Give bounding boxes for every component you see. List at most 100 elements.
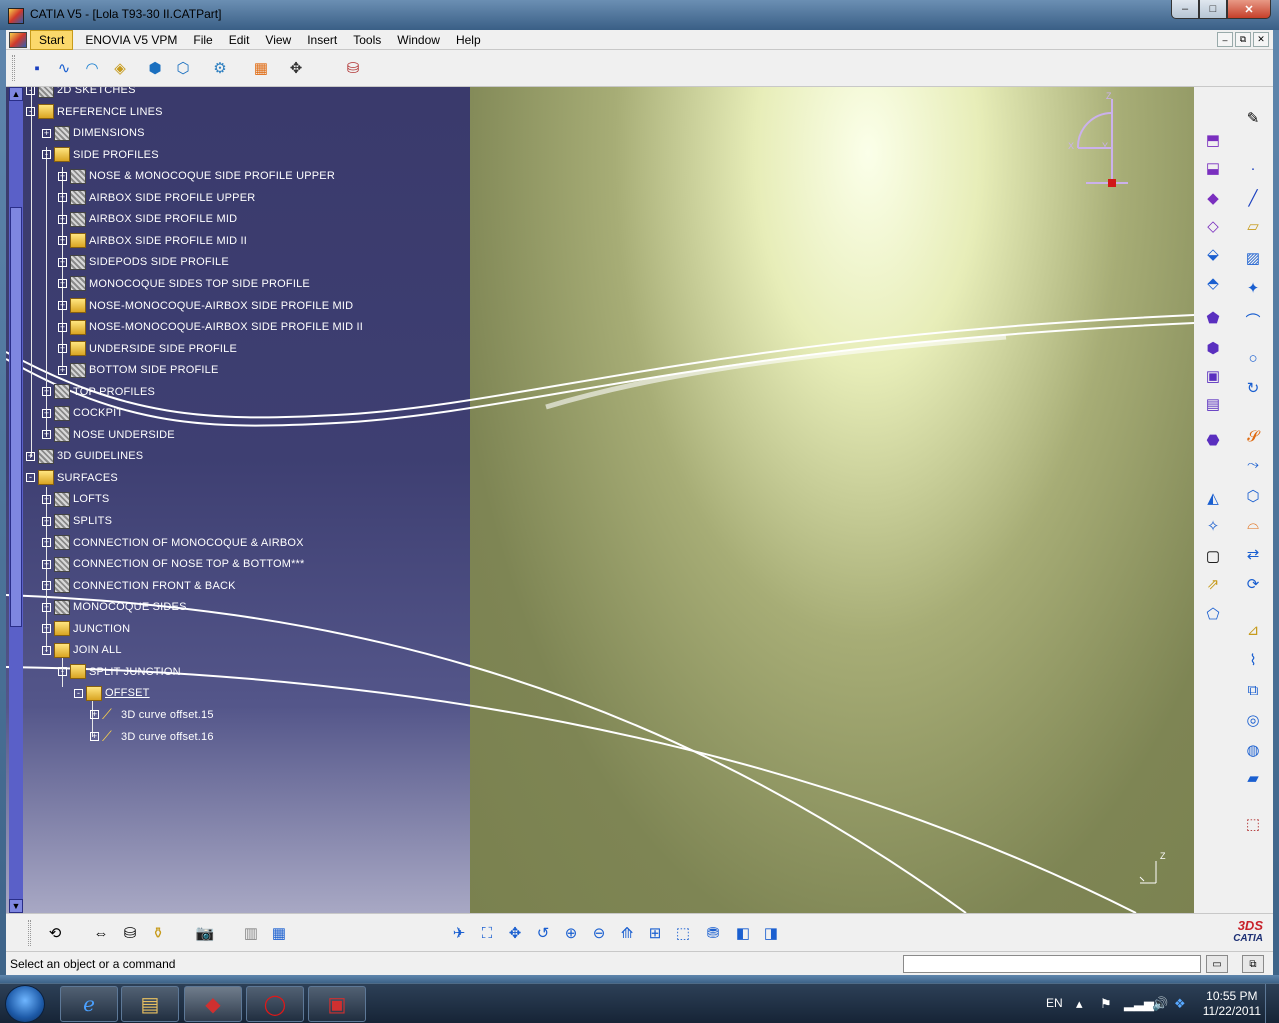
expand-icon[interactable]: + [90,732,99,741]
command-history-icon[interactable]: ⧉ [1242,955,1264,973]
expand-icon[interactable]: + [58,344,67,354]
blend-icon[interactable]: ▣ [1202,365,1224,387]
menu-window[interactable]: Window [389,31,448,49]
expand-icon[interactable]: + [58,257,67,267]
scroll-down-icon[interactable]: ▼ [9,899,23,913]
part-body-icon[interactable]: ⬢ [144,57,166,79]
clock[interactable]: 10:55 PM 11/22/2011 [1203,989,1261,1019]
tree-node[interactable]: + NOSE-MONOCOQUE-AIRBOX SIDE PROFILE MID [58,297,353,315]
geometry-set-icon[interactable]: ⬡ [172,57,194,79]
extrude-icon[interactable]: ⬒ [1202,129,1224,151]
render-style-icon[interactable]: ⛃ [702,922,724,944]
pan-icon[interactable]: ✥ [504,922,526,944]
scroll-up-icon[interactable]: ▲ [9,87,23,101]
sphere-icon[interactable]: ◆ [1202,187,1224,209]
menu-view[interactable]: View [257,31,299,49]
tree-node[interactable]: + NOSE UNDERSIDE [42,426,175,444]
collapse-icon[interactable]: - [26,473,35,483]
point-tool-icon[interactable]: · [1242,157,1264,179]
menu-enovia[interactable]: ENOVIA V5 VPM [77,31,185,49]
scale-icon[interactable]: ⬠ [1202,603,1224,625]
capture-camera-icon[interactable]: 📷 [194,922,216,944]
scroll-thumb[interactable] [10,207,22,627]
tree-node[interactable]: + DIMENSIONS [42,124,145,142]
multi-section-icon[interactable]: ▤ [1202,393,1224,415]
cylinder-icon[interactable]: ◇ [1202,215,1224,237]
extract-icon[interactable]: ⬡ [1242,485,1264,507]
rotate-view-icon[interactable]: ↺ [532,922,554,944]
corner-icon[interactable]: ⌒ [1242,309,1264,331]
zoom-out-icon[interactable]: ⊖ [588,922,610,944]
power-input-icon[interactable]: ▭ [1206,955,1228,973]
expand-icon[interactable]: + [42,387,51,397]
tree-node[interactable]: + AIRBOX SIDE PROFILE MID [58,210,237,228]
multi-view-icon[interactable]: ⊞ [644,922,666,944]
intersection-icon[interactable]: ✦ [1242,277,1264,299]
network-icon[interactable]: ▂▃▅ [1124,996,1154,1012]
catalog-icon[interactable]: ⛁ [342,57,364,79]
analysis-icon[interactable]: ⚙ [209,57,231,79]
translate-icon[interactable]: ⇄ [1242,543,1264,565]
thickness-icon[interactable]: ▰ [1242,767,1264,789]
connect-curve-icon[interactable]: ↻ [1242,377,1264,399]
menu-help[interactable]: Help [448,31,489,49]
tree-node[interactable]: + AIRBOX SIDE PROFILE MID II [58,232,247,250]
expand-icon[interactable]: + [42,408,51,418]
shape-morph-icon[interactable]: ◍ [1242,739,1264,761]
catia-app-icon[interactable] [8,8,24,24]
expand-icon[interactable]: + [58,214,67,224]
table-icon[interactable]: ▦ [268,922,290,944]
sweep-icon[interactable]: ⬘ [1202,272,1224,294]
language-indicator[interactable]: EN [1046,996,1063,1010]
expand-icon[interactable]: + [26,451,35,461]
tree-node[interactable]: - REFERENCE LINES [26,103,163,121]
3d-viewport[interactable]: ▲ ▼ - 2D SKETCHES - REFERENCE LINES + DIMENSI… [6,87,1194,913]
expand-icon[interactable]: + [42,430,51,440]
surface-icon[interactable]: ◠ [81,57,103,79]
fill-icon[interactable]: ⬟ [1202,307,1224,329]
tree-node[interactable]: + TOP PROFILES [42,383,155,401]
tree-node[interactable]: + ⟋ 3D curve offset.16 [90,728,214,746]
spline-tool-icon[interactable]: ⤳ [1242,453,1264,475]
menu-start[interactable]: Start [30,29,74,50]
plane-tool-icon[interactable]: ▱ [1242,215,1264,237]
taskbar-internet-explorer-icon[interactable]: ℯ [60,986,118,1022]
tree-node[interactable]: + SIDEPODS SIDE PROFILE [58,253,229,271]
law-icon[interactable]: ⌇ [1242,649,1264,671]
taskbar-screenshot-icon[interactable]: ▣ [308,986,366,1022]
collapse-icon[interactable]: - [58,667,67,677]
expand-icon[interactable]: + [58,365,67,375]
collapse-icon[interactable]: - [26,87,35,95]
minimize-button[interactable]: – [1171,0,1199,19]
grid-icon[interactable]: ▦ [250,57,272,79]
tree-node[interactable]: + COCKPIT [42,404,123,422]
compass-widget[interactable]: Z X Y [1048,91,1136,194]
extrapolate-icon[interactable]: ⇗ [1202,573,1224,595]
windows-start-button[interactable] [5,985,45,1023]
compass-icon[interactable] [1048,91,1136,191]
maximize-button[interactable]: □ [1199,0,1227,19]
spline-icon[interactable]: ∿ [53,57,75,79]
tree-node[interactable]: + CONNECTION OF MONOCOQUE & AIRBOX [42,534,304,552]
fillet-icon[interactable]: ⌓ [1242,513,1264,535]
measure-icon[interactable]: ⇔ [90,922,112,944]
document-icon[interactable] [9,31,27,48]
expand-icon[interactable]: + [42,128,51,138]
doc-minimize-button[interactable]: – [1217,32,1233,47]
revolve-icon[interactable]: ⬓ [1202,157,1224,179]
tree-node[interactable]: + ⟋ 3D curve offset.15 [90,706,214,724]
point-icon[interactable]: ▪ [26,57,48,79]
close-button[interactable]: ✕ [1227,0,1271,19]
tree-node[interactable]: + LOFTS [42,490,109,508]
spiral-icon[interactable]: 𝓢 [1242,425,1264,447]
expand-icon[interactable]: + [42,516,51,526]
tree-node[interactable]: + MONOCOQUE SIDES TOP SIDE PROFILE [58,275,310,293]
expand-icon[interactable]: + [42,538,51,548]
expand-icon[interactable]: + [58,322,67,332]
action-center-icon[interactable]: ⚑ [1100,996,1112,1012]
collapse-icon[interactable]: - [74,688,83,698]
menu-tools[interactable]: Tools [345,31,389,49]
menu-file[interactable]: File [185,31,220,49]
expand-icon[interactable]: + [42,494,51,504]
tree-scrollbar[interactable]: ▲ ▼ [9,87,23,913]
